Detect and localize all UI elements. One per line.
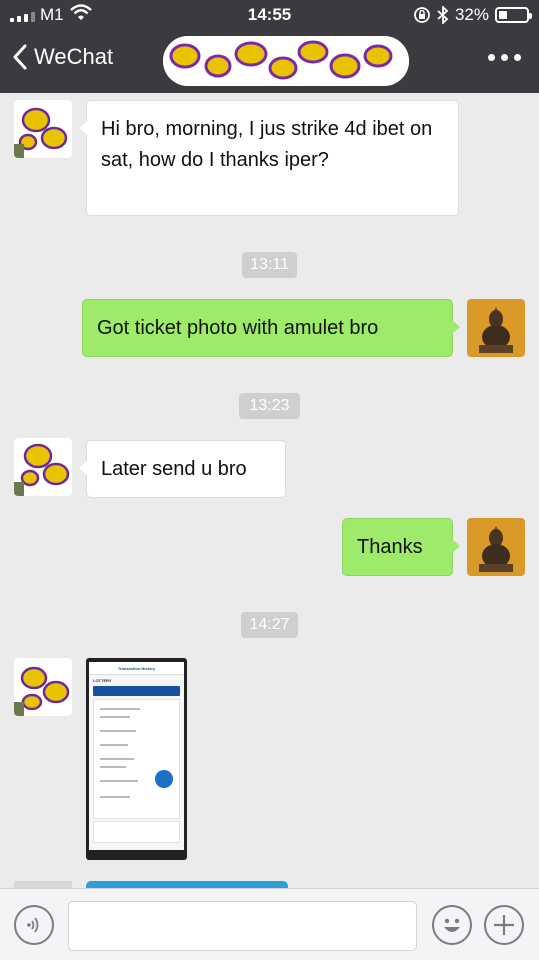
message-bubble-outgoing[interactable]: Thanks — [342, 518, 460, 576]
bluetooth-icon — [437, 6, 449, 24]
emoji-icon — [444, 918, 460, 932]
timestamp: 13:11 — [242, 252, 297, 278]
message-text: Got ticket photo with amulet bro — [97, 317, 379, 339]
emoji-button[interactable] — [432, 905, 472, 945]
self-avatar[interactable] — [467, 299, 525, 357]
plus-icon — [494, 915, 514, 935]
partial-avatar — [14, 881, 72, 888]
more-dots-icon[interactable] — [488, 54, 521, 61]
plus-button[interactable] — [484, 905, 524, 945]
screenshot-header: Transaction History — [89, 662, 184, 675]
rotation-lock-icon — [414, 7, 430, 23]
message-input[interactable] — [68, 901, 417, 951]
voice-icon — [27, 917, 39, 933]
nav-bar: WeChat — [0, 30, 539, 93]
back-button[interactable]: WeChat — [12, 44, 113, 70]
battery-icon — [495, 7, 532, 23]
self-avatar[interactable] — [467, 518, 525, 576]
contact-avatar[interactable] — [14, 658, 72, 716]
chevron-left-icon — [13, 44, 27, 70]
status-bar: M1 14:55 32% — [0, 0, 539, 30]
voice-button[interactable] — [14, 905, 54, 945]
obscured-chat-title — [163, 36, 409, 86]
message-bubble-incoming[interactable]: Hi bro, morning, I jus strike 4d ibet on… — [79, 100, 459, 216]
timestamp: 14:27 — [241, 612, 298, 638]
message-text: Later send u bro — [101, 458, 247, 480]
screenshot-card — [93, 699, 180, 819]
screenshot-band — [93, 686, 180, 696]
screenshot-fab — [155, 770, 173, 788]
screenshot-card-2 — [93, 821, 180, 843]
status-right: 32% — [413, 5, 532, 25]
image-message-screenshot[interactable]: Transaction History LOTTERY — [86, 658, 187, 860]
battery-percent: 32% — [454, 5, 489, 24]
timestamp: 13:23 — [239, 393, 300, 419]
top-bar: M1 14:55 32% WeChat — [0, 0, 539, 93]
contact-avatar[interactable] — [14, 438, 72, 496]
input-bar — [0, 888, 539, 960]
message-text: Thanks — [357, 536, 423, 558]
back-label: WeChat — [34, 44, 114, 69]
contact-avatar[interactable] — [14, 100, 72, 158]
chat-area[interactable]: Hi bro, morning, I jus strike 4d ibet on… — [0, 93, 539, 888]
partial-message-bubble[interactable] — [86, 881, 288, 888]
message-bubble-incoming[interactable]: Later send u bro — [79, 440, 286, 498]
message-text: Hi bro, morning, I jus strike 4d ibet on… — [101, 118, 433, 171]
screenshot-label: LOTTERY — [93, 678, 112, 683]
message-bubble-outgoing[interactable]: Got ticket photo with amulet bro — [82, 299, 460, 357]
screenshot-preview: Transaction History LOTTERY — [89, 662, 184, 850]
